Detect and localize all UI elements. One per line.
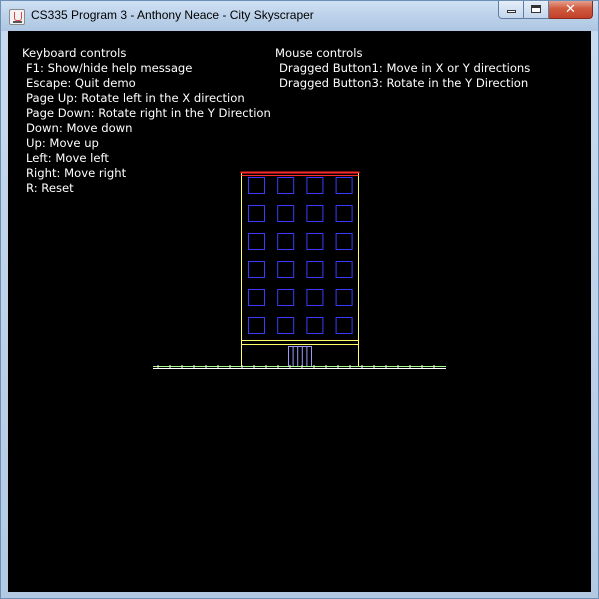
skyscraper-building [240, 171, 360, 367]
close-button[interactable]: ✕ [549, 1, 593, 19]
building-window [248, 317, 265, 334]
building-window [306, 205, 324, 222]
minimize-button[interactable] [498, 1, 524, 19]
building-window [306, 317, 324, 334]
building-window [277, 261, 295, 278]
building-window [277, 205, 295, 222]
building-window [248, 205, 265, 222]
street-ground [153, 365, 446, 369]
title-bar[interactable]: CS335 Program 3 - Anthony Neace - City S… [1, 1, 598, 31]
skyscraper-scene[interactable] [8, 31, 591, 592]
building-window [335, 261, 353, 278]
building-door [288, 346, 312, 367]
building-window [306, 233, 324, 250]
window-controls: ✕ [498, 1, 593, 20]
building-window [306, 289, 324, 306]
building-window [335, 289, 353, 306]
render-canvas[interactable]: Keyboard controls F1: Show/hide help mes… [8, 31, 591, 592]
minimize-icon [507, 10, 516, 13]
building-window [306, 177, 324, 194]
building-window [277, 177, 295, 194]
building-window [248, 177, 265, 194]
building-window [335, 233, 353, 250]
building-window [335, 177, 353, 194]
building-window [277, 233, 295, 250]
building-window [306, 261, 324, 278]
app-window: CS335 Program 3 - Anthony Neace - City S… [0, 0, 599, 599]
java-icon[interactable] [9, 9, 25, 25]
building-window [335, 205, 353, 222]
building-window [277, 289, 295, 306]
building-window [248, 233, 265, 250]
maximize-icon [531, 5, 541, 13]
building-window [248, 289, 265, 306]
window-title: CS335 Program 3 - Anthony Neace - City S… [31, 8, 314, 22]
building-window [248, 261, 265, 278]
close-icon: ✕ [565, 2, 576, 17]
building-window [335, 317, 353, 334]
maximize-button[interactable] [524, 1, 549, 19]
building-window [277, 317, 295, 334]
